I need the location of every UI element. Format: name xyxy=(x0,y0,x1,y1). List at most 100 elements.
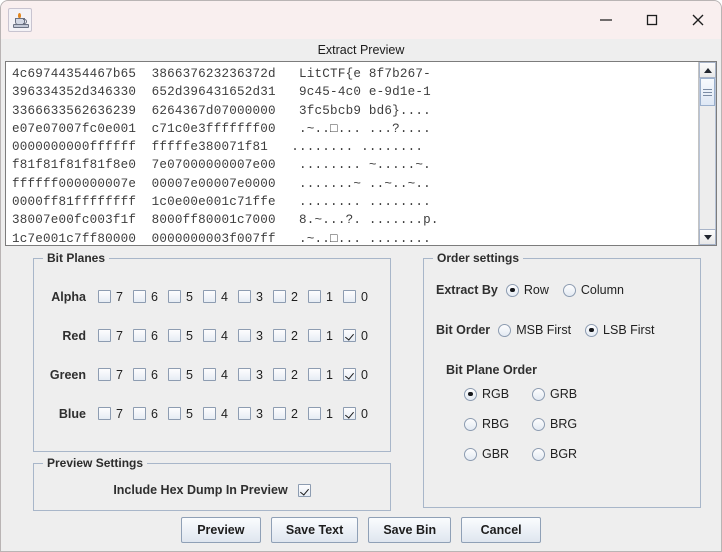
cancel-button[interactable]: Cancel xyxy=(461,517,542,543)
radio-bit-order-lsb-first[interactable]: LSB First xyxy=(585,323,654,337)
bit-item: 5 xyxy=(168,407,203,421)
include-hex-dump-checkbox[interactable] xyxy=(297,483,311,497)
radio-bit-plane-order-brg[interactable]: BRG xyxy=(532,417,600,431)
radio-indicator[interactable] xyxy=(562,283,576,297)
radio-extract-by-row[interactable]: Row xyxy=(505,283,549,297)
bit-planes-panel: Bit Planes Alpha 7 6 5 4 3 2 1 0 Red 7 6 5 4 3 2 1 0 Green… xyxy=(33,251,391,452)
preview-button[interactable]: Preview xyxy=(180,517,261,543)
checkbox-blue-bit-3[interactable] xyxy=(238,407,251,420)
checkbox-blue-bit-1[interactable] xyxy=(308,407,321,420)
radio-extract-by-column[interactable]: Column xyxy=(562,283,624,297)
extract-by-row: Extract By Row Column xyxy=(424,275,700,305)
bit-number-label: 6 xyxy=(151,328,158,343)
scrollbar-thumb[interactable] xyxy=(700,78,715,106)
radio-label: BGR xyxy=(550,447,578,461)
minimize-icon[interactable] xyxy=(583,1,629,39)
checkbox-red-bit-3[interactable] xyxy=(238,329,251,342)
hex-preview-panel: 4c69744354467b65 386637623236372d LitCTF… xyxy=(5,61,717,246)
radio-bit-plane-order-gbr[interactable]: GBR xyxy=(464,447,532,461)
bit-item: 6 xyxy=(133,329,168,343)
checkbox-blue-bit-7[interactable] xyxy=(98,407,111,420)
checkbox-blue-bit-0[interactable] xyxy=(343,407,356,420)
scroll-up-icon[interactable] xyxy=(699,62,716,78)
bit-item: 4 xyxy=(203,290,238,304)
radio-label: GRB xyxy=(550,387,578,401)
checkbox-alpha-bit-3[interactable] xyxy=(238,290,251,303)
bit-number-label: 4 xyxy=(221,289,228,304)
radio-bit-plane-order-rbg[interactable]: RBG xyxy=(464,417,532,431)
checkbox-red-bit-4[interactable] xyxy=(203,329,216,342)
checkbox-alpha-bit-5[interactable] xyxy=(168,290,181,303)
checkbox-green-bit-6[interactable] xyxy=(133,368,146,381)
bit-item: 1 xyxy=(308,368,343,382)
radio-label: LSB First xyxy=(603,323,655,337)
checkbox-red-bit-1[interactable] xyxy=(308,329,321,342)
radio-indicator[interactable] xyxy=(464,417,477,431)
checkbox-alpha-bit-7[interactable] xyxy=(98,290,111,303)
radio-indicator[interactable] xyxy=(464,387,477,401)
hex-preview-scrollbar[interactable] xyxy=(698,62,716,245)
channel-label: Alpha xyxy=(51,289,86,304)
checkbox-red-bit-0[interactable] xyxy=(343,329,356,342)
checkbox-alpha-bit-1[interactable] xyxy=(308,290,321,303)
order-settings-panel: Order settings Extract By Row Column Bit … xyxy=(423,251,701,508)
radio-bit-plane-order-grb[interactable]: GRB xyxy=(532,387,600,401)
checkbox-green-bit-0[interactable] xyxy=(343,368,356,381)
checkbox-green-bit-5[interactable] xyxy=(168,368,181,381)
bit-item: 7 xyxy=(98,407,133,421)
checkbox-green-bit-4[interactable] xyxy=(203,368,216,381)
radio-indicator[interactable] xyxy=(532,447,545,461)
save-text-button[interactable]: Save Text xyxy=(270,517,359,543)
checkbox-blue-bit-6[interactable] xyxy=(133,407,146,420)
bit-number-label: 3 xyxy=(256,328,263,343)
bit-number-label: 5 xyxy=(186,367,193,382)
checkbox-blue-bit-2[interactable] xyxy=(273,407,286,420)
radio-indicator[interactable] xyxy=(505,283,519,297)
radio-indicator[interactable] xyxy=(498,323,512,337)
bit-number-label: 0 xyxy=(361,367,368,382)
settings-area: Bit Planes Alpha 7 6 5 4 3 2 1 0 Red 7 6 5 4 3 2 1 0 Green… xyxy=(1,246,721,551)
checkbox-red-bit-6[interactable] xyxy=(133,329,146,342)
checkbox-blue-bit-4[interactable] xyxy=(203,407,216,420)
scrollbar-track[interactable] xyxy=(699,78,716,229)
radio-label: GBR xyxy=(482,447,510,461)
bit-planes-legend: Bit Planes xyxy=(43,251,110,265)
radio-label: RBG xyxy=(482,417,510,431)
checkbox-alpha-bit-4[interactable] xyxy=(203,290,216,303)
bit-item: 3 xyxy=(238,407,273,421)
save-bin-button[interactable]: Save Bin xyxy=(368,517,452,543)
close-icon[interactable] xyxy=(675,1,721,39)
checkbox-alpha-bit-2[interactable] xyxy=(273,290,286,303)
bit-item: 1 xyxy=(308,329,343,343)
radio-bit-order-msb-first[interactable]: MSB First xyxy=(498,323,571,337)
hex-dump-textarea[interactable]: 4c69744354467b65 386637623236372d LitCTF… xyxy=(6,62,698,245)
checkbox-blue-bit-5[interactable] xyxy=(168,407,181,420)
checkbox-green-bit-1[interactable] xyxy=(308,368,321,381)
radio-label: Column xyxy=(580,283,624,297)
radio-indicator[interactable] xyxy=(585,323,599,337)
checkbox-green-bit-3[interactable] xyxy=(238,368,251,381)
order-settings-legend: Order settings xyxy=(433,251,524,265)
radio-indicator[interactable] xyxy=(532,387,545,401)
radio-label: Row xyxy=(523,283,549,297)
checkbox-red-bit-5[interactable] xyxy=(168,329,181,342)
radio-bit-plane-order-bgr[interactable]: BGR xyxy=(532,447,600,461)
checkbox-red-bit-2[interactable] xyxy=(273,329,286,342)
bit-item: 3 xyxy=(238,368,273,382)
radio-indicator[interactable] xyxy=(532,417,545,431)
bit-number-label: 1 xyxy=(326,289,333,304)
bit-number-label: 3 xyxy=(256,289,263,304)
checkbox-alpha-bit-6[interactable] xyxy=(133,290,146,303)
radio-indicator[interactable] xyxy=(464,447,477,461)
maximize-icon[interactable] xyxy=(629,1,675,39)
checkbox-green-bit-7[interactable] xyxy=(98,368,111,381)
bit-number-label: 2 xyxy=(291,328,298,343)
scroll-down-icon[interactable] xyxy=(699,229,716,245)
radio-bit-plane-order-rgb[interactable]: RGB xyxy=(464,387,532,401)
bit-number-label: 4 xyxy=(221,367,228,382)
hex-dump-line: 396334352d346330 652d396431652d31 9c45-4… xyxy=(12,85,431,100)
bit-number-label: 7 xyxy=(116,406,123,421)
checkbox-green-bit-2[interactable] xyxy=(273,368,286,381)
checkbox-alpha-bit-0[interactable] xyxy=(343,290,356,303)
checkbox-red-bit-7[interactable] xyxy=(98,329,111,342)
